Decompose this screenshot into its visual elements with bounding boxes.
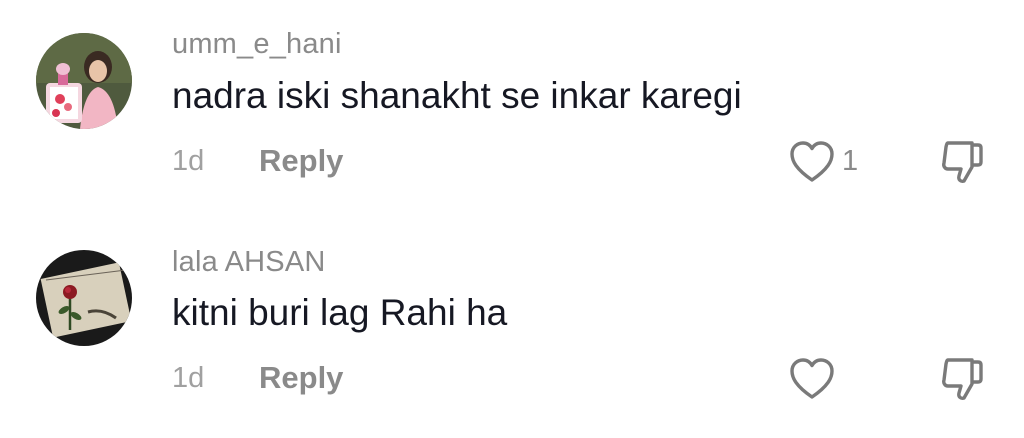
comment-timestamp: 1d xyxy=(172,362,205,394)
comment-text: kitni buri lag Rahi ha xyxy=(172,292,508,333)
heart-outline-icon[interactable] xyxy=(788,139,836,185)
avatar[interactable] xyxy=(36,250,132,346)
comment-item: umm_e_hani nadra iski shanakht se inkar … xyxy=(0,0,1024,220)
comment-item: lala AHSAN kitni buri lag Rahi ha 1d Rep… xyxy=(0,220,1024,438)
avatar[interactable] xyxy=(36,33,132,129)
thumbs-down-icon[interactable] xyxy=(938,354,988,404)
like-count: 1 xyxy=(842,145,859,177)
comment-text: nadra iski shanakht se inkar karegi xyxy=(172,75,742,116)
reply-button[interactable]: Reply xyxy=(259,143,343,179)
heart-outline-icon[interactable] xyxy=(788,356,836,402)
thumbs-down-icon[interactable] xyxy=(938,137,988,187)
reply-button[interactable]: Reply xyxy=(259,360,343,396)
comment-username[interactable]: umm_e_hani xyxy=(172,28,342,61)
comment-username[interactable]: lala AHSAN xyxy=(172,246,326,279)
comment-timestamp: 1d xyxy=(172,145,205,177)
